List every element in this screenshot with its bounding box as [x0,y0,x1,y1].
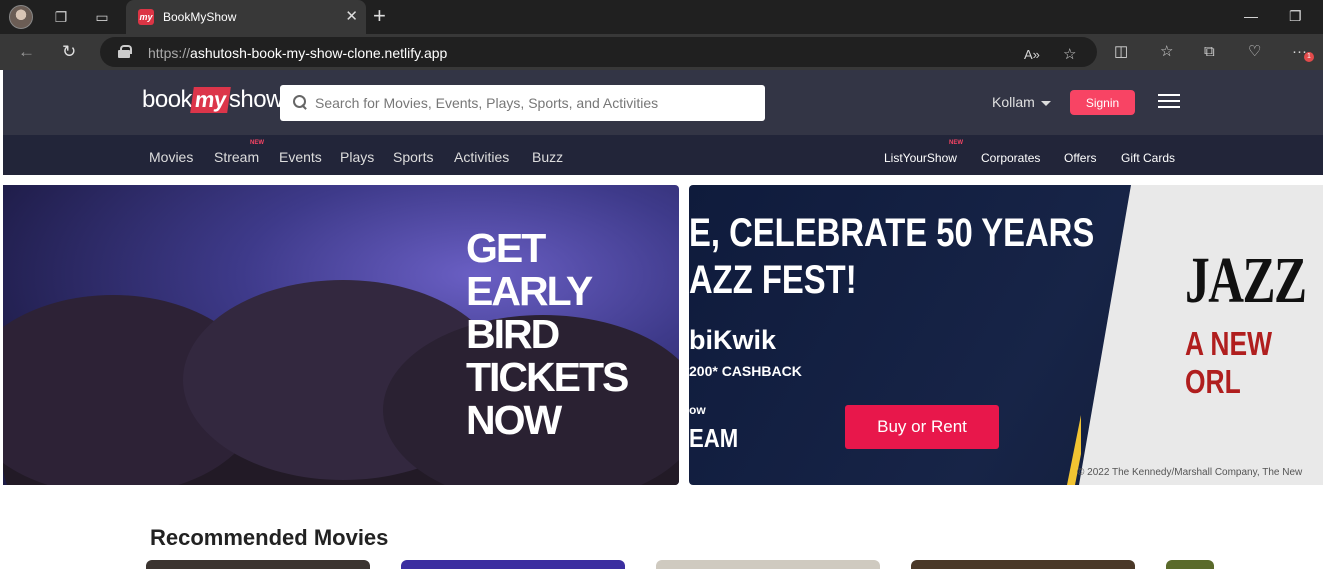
jazz-title: JAZZ [1185,244,1307,317]
stream-now-text: ow [689,403,706,417]
url-field[interactable]: https://ashutosh-book-my-show-clone.netl… [100,37,1097,67]
tab-actions-icon[interactable]: ▭ [92,7,112,27]
collections-icon[interactable]: ❐ [51,7,71,27]
site-logo[interactable]: bookmyshow [142,86,283,114]
profile-avatar[interactable] [9,5,33,29]
movie-poster[interactable] [146,560,370,569]
nav-stream[interactable]: Stream [214,149,259,165]
banner-headline: E, CELEBRATE 50 YEARS AZZ FEST! [689,211,1095,302]
minimize-icon[interactable]: — [1244,8,1258,24]
nav-events[interactable]: Events [279,149,322,165]
movie-poster[interactable] [656,560,880,569]
mobikwik-brand: biKwik [689,325,777,355]
collections-icon[interactable]: ⧉ [1204,43,1215,61]
bookmyshow-page: bookmyshow Kollam Signin Movies Stream N… [3,70,1323,569]
lock-icon[interactable] [118,45,132,58]
search-input[interactable] [315,85,755,121]
hamburger-menu-icon[interactable] [1158,94,1180,110]
browser-essentials-icon[interactable]: ♡ [1248,43,1261,61]
read-aloud-icon[interactable]: A» [1024,46,1040,64]
favorite-star-icon[interactable]: ☆ [1063,46,1076,64]
nav-plays[interactable]: Plays [340,149,374,165]
new-tab-icon[interactable]: + [373,4,386,28]
early-bird-banner[interactable]: GET EARLY BIRD TICKETS NOW [3,185,679,485]
cashback-text: 200* CASHBACK [689,363,802,379]
signin-button[interactable]: Signin [1070,90,1135,115]
bookmyshow-favicon-icon: my [138,9,154,25]
nav-offers[interactable]: Offers [1064,151,1096,165]
copyright-text: © 2022 The Kennedy/Marshall Company, The… [1077,467,1303,478]
notification-badge: 1 [1304,52,1314,62]
banner-headline: GET EARLY BIRD TICKETS NOW [466,225,629,443]
movie-poster[interactable] [401,560,625,569]
nav-listyourshow[interactable]: ListYourShow [884,151,957,165]
back-icon[interactable]: ← [18,42,35,62]
search-bar[interactable] [280,85,765,121]
site-header: bookmyshow Kollam Signin [3,70,1323,135]
stream-team-text: EAM [689,423,739,453]
browser-tab[interactable]: my BookMyShow ✕ [126,0,366,34]
chevron-down-icon [1040,100,1051,106]
url-text: https://ashutosh-book-my-show-clone.netl… [148,45,448,61]
city-selector[interactable]: Kollam [992,94,1051,110]
movie-poster[interactable] [911,560,1135,569]
nav-corporates[interactable]: Corporates [981,151,1040,165]
reload-icon[interactable]: ↻ [62,42,76,62]
new-badge: NEW [949,140,963,146]
nav-activities[interactable]: Activities [454,149,509,165]
sub-navigation: Movies Stream NEW Events Plays Sports Ac… [3,135,1323,175]
recommended-movies-heading: Recommended Movies [150,525,389,550]
nav-buzz[interactable]: Buzz [532,149,563,165]
tab-title: BookMyShow [163,10,237,24]
split-screen-icon[interactable]: ◫ [1114,43,1128,61]
new-orleans-title: A NEW ORL [1185,325,1273,400]
browser-address-bar: ← ↻ https://ashutosh-book-my-show-clone.… [0,34,1323,70]
nav-sports[interactable]: Sports [393,149,433,165]
nav-movies[interactable]: Movies [149,149,193,165]
buy-or-rent-button[interactable]: Buy or Rent [845,405,999,449]
search-icon [293,95,307,109]
restore-icon[interactable]: ❐ [1289,8,1302,25]
close-tab-icon[interactable]: ✕ [345,9,358,24]
new-badge: NEW [250,140,264,146]
jazz-fest-banner[interactable]: E, CELEBRATE 50 YEARS AZZ FEST! biKwik 2… [689,185,1323,485]
browser-tab-bar: ❐ ▭ my BookMyShow ✕ + — ❐ [0,0,1323,34]
movie-poster[interactable] [1166,560,1214,569]
favorites-icon[interactable]: ☆ [1160,43,1173,61]
nav-gift-cards[interactable]: Gift Cards [1121,151,1175,165]
